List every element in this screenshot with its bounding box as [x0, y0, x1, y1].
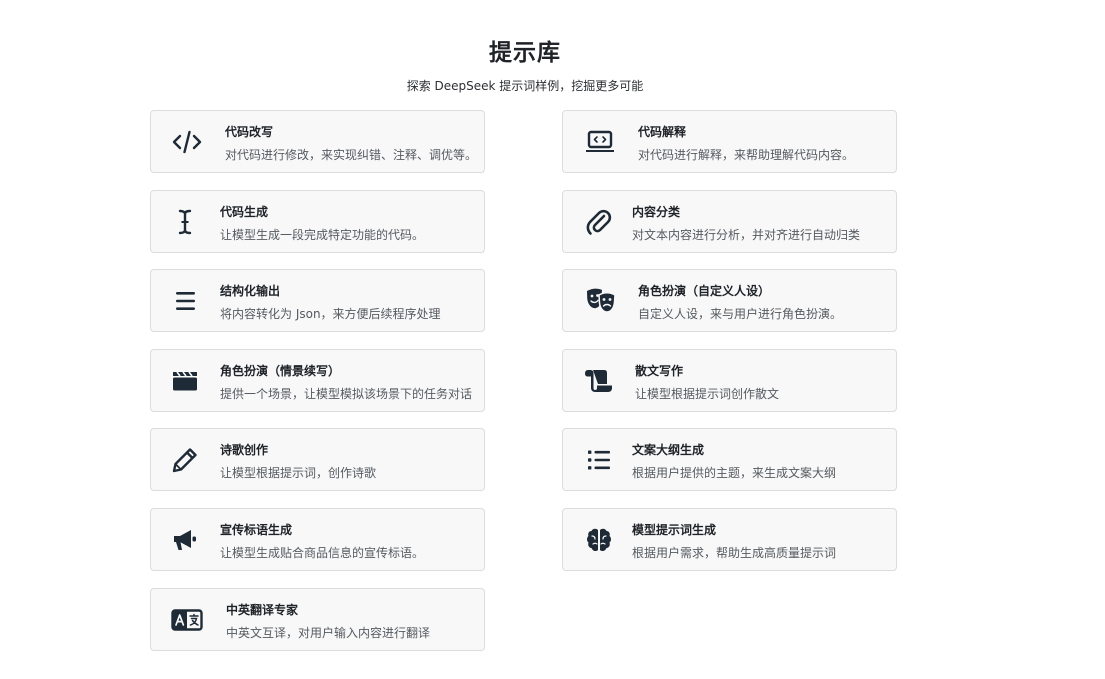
card-description: 让模型生成一段完成特定功能的代码。 — [220, 228, 425, 242]
pencil-icon — [169, 444, 201, 476]
prompt-card-structured-output[interactable]: 结构化输出 将内容转化为 Json，来方便后续程序处理 — [150, 269, 485, 332]
prompt-card-roleplay-scenario[interactable]: 角色扮演（情景续写） 提供一个场景，让模型模拟该场景下的任务对话 — [150, 349, 485, 412]
card-description: 对代码进行解释，来帮助理解代码内容。 — [638, 148, 855, 162]
card-title: 诗歌创作 — [220, 443, 269, 457]
card-title: 文案大纲生成 — [632, 443, 705, 457]
card-description: 根据用户需求，帮助生成高质量提示词 — [632, 546, 837, 560]
card-title: 模型提示词生成 — [632, 523, 717, 537]
prompt-card-prompt-generator[interactable]: 模型提示词生成 根据用户需求，帮助生成高质量提示词 — [562, 508, 897, 571]
text-cursor-icon — [169, 206, 201, 238]
card-description: 将内容转化为 Json，来方便后续程序处理 — [220, 307, 441, 321]
prompt-card-prose-writing[interactable]: 散文写作 让模型根据提示词创作散文 — [562, 349, 897, 412]
clapperboard-icon — [169, 365, 201, 397]
prompt-card-copy-outline[interactable]: 文案大纲生成 根据用户提供的主题，来生成文案大纲 — [562, 428, 897, 491]
theater-masks-icon — [585, 285, 617, 317]
card-title: 散文写作 — [635, 364, 684, 378]
card-description: 自定义人设，来与用户进行角色扮演。 — [638, 307, 843, 321]
translate-icon — [171, 604, 203, 636]
prompt-card-roleplay-persona[interactable]: 角色扮演（自定义人设） 自定义人设，来与用户进行角色扮演。 — [562, 269, 897, 332]
laptop-code-icon — [584, 126, 616, 158]
prompt-library-page: 提示库 探索 DeepSeek 提示词样例，挖掘更多可能 代码改写 对代码进行修… — [0, 0, 1105, 679]
card-title: 角色扮演（自定义人设） — [638, 284, 771, 298]
prompt-card-content-classify[interactable]: 内容分类 对文本内容进行分析，并对齐进行自动归类 — [562, 190, 897, 253]
scroll-icon — [583, 365, 615, 397]
card-description: 让模型根据提示词，创作诗歌 — [220, 466, 377, 480]
card-title: 结构化输出 — [220, 284, 281, 298]
card-description: 提供一个场景，让模型模拟该场景下的任务对话 — [220, 387, 473, 401]
card-description: 对代码进行修改，来实现纠错、注释、调优等。 — [225, 148, 478, 162]
paperclip-icon — [583, 206, 615, 238]
page-subtitle: 探索 DeepSeek 提示词样例，挖掘更多可能 — [406, 79, 644, 93]
code-icon — [171, 126, 203, 158]
prompt-card-slogan[interactable]: 宣传标语生成 让模型生成贴合商品信息的宣传标语。 — [150, 508, 485, 571]
card-description: 让模型根据提示词创作散文 — [635, 387, 780, 401]
card-title: 角色扮演（情景续写） — [220, 364, 341, 378]
card-title: 宣传标语生成 — [220, 523, 293, 537]
prompt-card-code-rewrite[interactable]: 代码改写 对代码进行修改，来实现纠错、注释、调优等。 — [150, 110, 485, 173]
card-title: 中英翻译专家 — [226, 603, 299, 617]
prompt-card-code-generate[interactable]: 代码生成 让模型生成一段完成特定功能的代码。 — [150, 190, 485, 253]
prompt-card-translation[interactable]: 中英翻译专家 中英文互译，对用户输入内容进行翻译 — [150, 588, 485, 651]
prompt-card-poetry[interactable]: 诗歌创作 让模型根据提示词，创作诗歌 — [150, 428, 485, 491]
brain-icon — [583, 524, 615, 556]
card-title: 代码解释 — [638, 125, 687, 139]
prompt-card-code-explain[interactable]: 代码解释 对代码进行解释，来帮助理解代码内容。 — [562, 110, 897, 173]
card-description: 根据用户提供的主题，来生成文案大纲 — [632, 466, 837, 480]
card-title: 代码生成 — [220, 205, 269, 219]
menu-lines-icon — [169, 285, 201, 317]
card-title: 内容分类 — [632, 205, 681, 219]
card-description: 中英文互译，对用户输入内容进行翻译 — [226, 626, 431, 640]
megaphone-icon — [169, 524, 201, 556]
card-description: 让模型生成贴合商品信息的宣传标语。 — [220, 546, 425, 560]
card-title: 代码改写 — [225, 125, 274, 139]
card-description: 对文本内容进行分析，并对齐进行自动归类 — [632, 228, 861, 242]
list-icon — [583, 444, 615, 476]
page-title: 提示库 — [489, 40, 561, 66]
